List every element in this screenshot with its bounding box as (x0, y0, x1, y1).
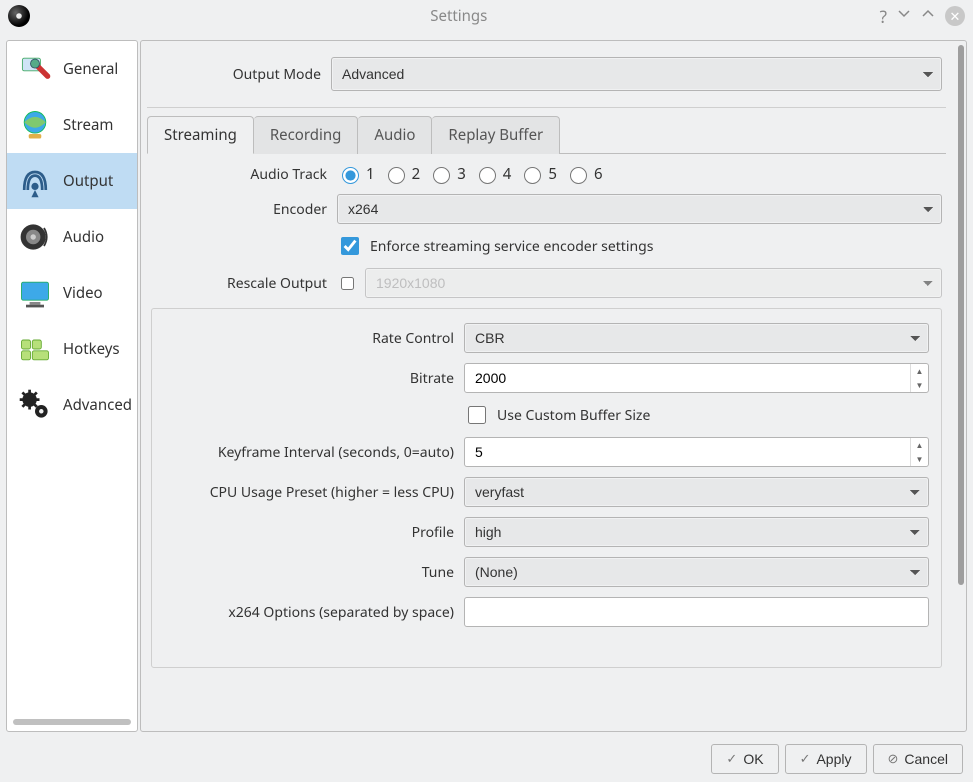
sidebar-item-label: General (63, 59, 118, 79)
sidebar-item-label: Video (63, 283, 103, 303)
apply-button[interactable]: ✓ Apply (785, 744, 867, 774)
audio-track-3[interactable]: 3 (428, 164, 466, 184)
tab-recording[interactable]: Recording (254, 116, 359, 154)
cpu-preset-select[interactable]: veryfast (464, 477, 929, 507)
ok-button[interactable]: ✓ OK (711, 744, 778, 774)
encoder-settings-panel: Rate Control CBR Bitrate (151, 308, 942, 668)
profile-select[interactable]: high (464, 517, 929, 547)
sidebar-item-label: Output (63, 171, 113, 191)
minimize-icon[interactable] (897, 7, 911, 26)
custom-buffer-label: Use Custom Buffer Size (497, 406, 650, 425)
spin-down-icon[interactable]: ▼ (911, 452, 928, 466)
sidebar-item-stream[interactable]: Stream (7, 97, 137, 153)
output-mode-select[interactable]: Advanced (331, 57, 942, 91)
enforce-checkbox[interactable] (341, 237, 359, 255)
sidebar-item-hotkeys[interactable]: Hotkeys (7, 321, 137, 377)
globe-icon (15, 105, 55, 145)
profile-label: Profile (164, 523, 464, 542)
main-vertical-scrollbar[interactable] (958, 45, 964, 585)
cancel-icon: ⊘ (888, 751, 899, 767)
bitrate-spinbox[interactable]: ▲ ▼ (464, 363, 929, 393)
tab-audio[interactable]: Audio (358, 116, 432, 154)
check-icon: ✓ (726, 751, 737, 767)
audio-track-2[interactable]: 2 (383, 164, 421, 184)
output-mode-label: Output Mode (151, 65, 321, 84)
keyint-label: Keyframe Interval (seconds, 0=auto) (164, 443, 464, 462)
check-icon: ✓ (800, 751, 811, 767)
tab-streaming[interactable]: Streaming (147, 116, 254, 154)
wrench-icon (15, 49, 55, 89)
sidebar-item-advanced[interactable]: Advanced (7, 377, 137, 433)
sidebar-item-label: Stream (63, 115, 113, 135)
rate-control-label: Rate Control (164, 329, 464, 348)
speaker-icon (15, 217, 55, 257)
help-icon[interactable]: ? (880, 5, 887, 28)
encoder-select[interactable]: x264 (337, 194, 942, 224)
keyboard-icon (15, 329, 55, 369)
rescale-resolution-select[interactable]: 1920x1080 (365, 268, 942, 298)
x264-options-label: x264 Options (separated by space) (164, 603, 464, 622)
close-icon[interactable]: ✕ (945, 6, 965, 26)
maximize-icon[interactable] (921, 7, 935, 26)
keyint-input[interactable] (465, 438, 910, 466)
tune-select[interactable]: (None) (464, 557, 929, 587)
tab-replay-buffer[interactable]: Replay Buffer (432, 116, 560, 154)
titlebar: Settings ? ✕ (0, 0, 973, 32)
spin-down-icon[interactable]: ▼ (911, 378, 928, 392)
rescale-checkbox[interactable] (341, 277, 354, 290)
sidebar-item-general[interactable]: General (7, 41, 137, 97)
sidebar-item-label: Hotkeys (63, 339, 120, 359)
sidebar-horizontal-scrollbar[interactable] (13, 719, 131, 725)
bitrate-input[interactable] (465, 364, 910, 392)
encoder-label: Encoder (151, 200, 337, 219)
output-mode-row: Output Mode Advanced (147, 51, 946, 108)
monitor-icon (15, 273, 55, 313)
audio-track-5[interactable]: 5 (519, 164, 557, 184)
cancel-button[interactable]: ⊘ Cancel (873, 744, 964, 774)
sidebar-item-output[interactable]: Output (7, 153, 137, 209)
custom-buffer-checkbox[interactable] (468, 406, 486, 424)
app-icon (8, 5, 30, 27)
broadcast-icon (15, 161, 55, 201)
cpu-preset-label: CPU Usage Preset (higher = less CPU) (164, 483, 464, 502)
main-panel: Output Mode Advanced Streaming Recording… (140, 40, 967, 732)
enforce-label: Enforce streaming service encoder settin… (370, 237, 653, 256)
audio-track-label: Audio Track (151, 165, 337, 184)
tabbar: Streaming Recording Audio Replay Buffer (147, 116, 946, 154)
audio-track-radios: 1 2 3 4 5 6 (337, 164, 942, 184)
x264-options-input[interactable] (464, 597, 929, 627)
sidebar-item-video[interactable]: Video (7, 265, 137, 321)
audio-track-1[interactable]: 1 (337, 164, 375, 184)
spin-up-icon[interactable]: ▲ (911, 438, 928, 452)
window-title: Settings (38, 6, 880, 26)
bitrate-label: Bitrate (164, 369, 464, 388)
sidebar-item-label: Audio (63, 227, 104, 247)
rescale-label: Rescale Output (151, 274, 337, 293)
dialog-buttons: ✓ OK ✓ Apply ⊘ Cancel (711, 744, 963, 774)
sidebar-item-audio[interactable]: Audio (7, 209, 137, 265)
tune-label: Tune (164, 563, 464, 582)
spin-up-icon[interactable]: ▲ (911, 364, 928, 378)
keyint-spinbox[interactable]: ▲ ▼ (464, 437, 929, 467)
audio-track-4[interactable]: 4 (474, 164, 512, 184)
rate-control-select[interactable]: CBR (464, 323, 929, 353)
sidebar-item-label: Advanced (63, 395, 132, 415)
gears-icon (15, 385, 55, 425)
audio-track-6[interactable]: 6 (565, 164, 603, 184)
sidebar: General Stream Output Audio (6, 40, 138, 732)
